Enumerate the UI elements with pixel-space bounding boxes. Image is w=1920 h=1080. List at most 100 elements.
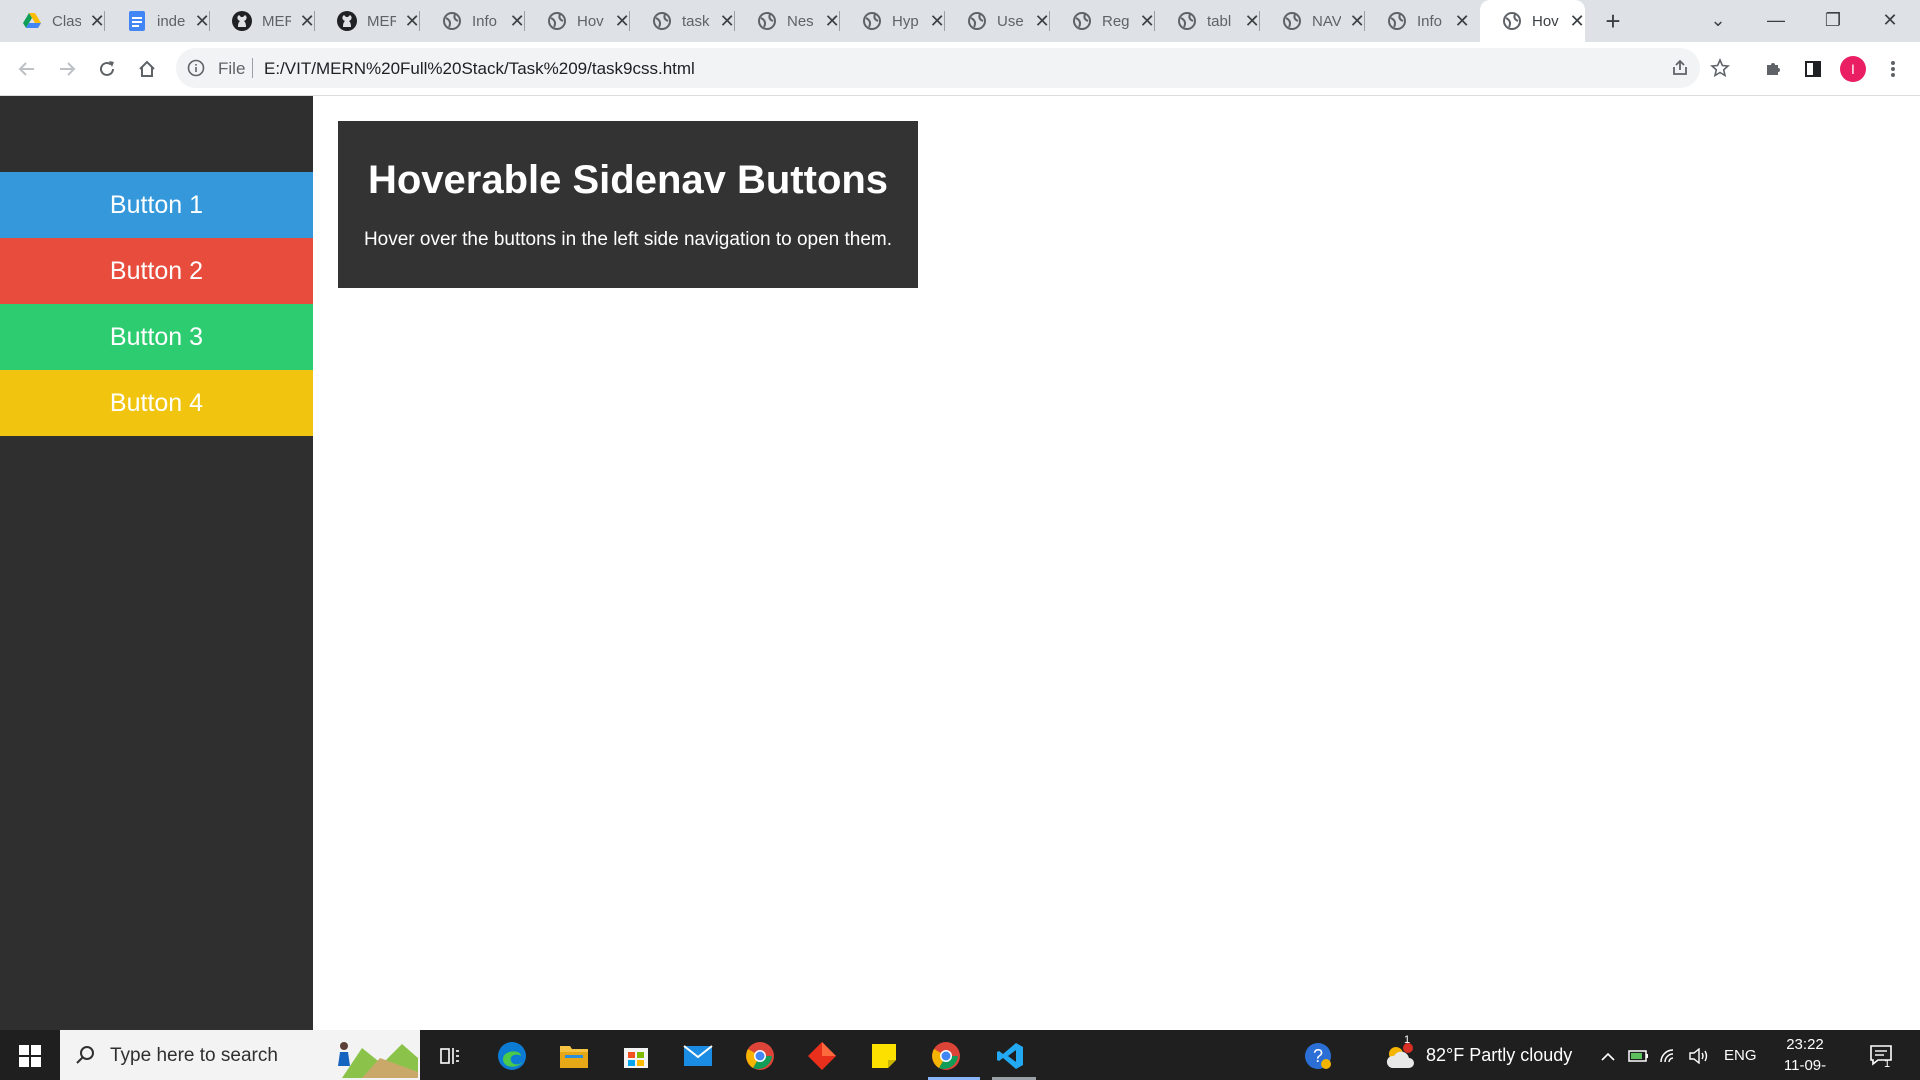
back-icon[interactable]: [14, 56, 40, 82]
close-tab-icon[interactable]: ✕: [719, 12, 735, 30]
sidenav-button-1[interactable]: Button 1: [0, 172, 313, 238]
edge-browser-icon[interactable]: [496, 1040, 528, 1072]
close-tab-icon[interactable]: ✕: [1244, 12, 1260, 30]
close-tab-icon[interactable]: ✕: [1569, 12, 1585, 30]
close-tab-icon[interactable]: ✕: [1454, 12, 1470, 30]
chrome-icon[interactable]: [744, 1040, 776, 1072]
bookmark-star-icon[interactable]: [1710, 57, 1730, 78]
browser-tab[interactable]: NAV ✕: [1260, 0, 1365, 42]
tab-search-icon[interactable]: ⌄: [1690, 0, 1746, 42]
browser-tab[interactable]: Hov ✕: [525, 0, 630, 42]
search-icon: [74, 1044, 96, 1071]
close-tab-icon[interactable]: ✕: [1139, 12, 1155, 30]
close-window-button[interactable]: ✕: [1862, 0, 1918, 42]
mail-icon[interactable]: [682, 1040, 714, 1072]
weather-cloud-icon[interactable]: [1384, 1040, 1416, 1072]
vscode-icon[interactable]: [994, 1040, 1026, 1072]
page-title: Hoverable Sidenav Buttons: [367, 158, 889, 202]
weather-text[interactable]: 82°F Partly cloudy: [1426, 1045, 1572, 1066]
home-icon[interactable]: [134, 56, 160, 82]
chevron-up-icon[interactable]: [1596, 1040, 1620, 1072]
close-tab-icon[interactable]: ✕: [929, 12, 945, 30]
info-icon[interactable]: [186, 58, 206, 78]
browser-tab[interactable]: MER ✕: [315, 0, 420, 42]
search-placeholder: Type here to search: [110, 1045, 278, 1066]
page-header-box: Hoverable Sidenav Buttons Hover over the…: [338, 121, 918, 288]
browser-tab[interactable]: Info ✕: [420, 0, 525, 42]
globe-icon: [757, 11, 777, 31]
browser-tab[interactable]: Nes ✕: [735, 0, 840, 42]
notification-center-icon[interactable]: [1866, 1040, 1898, 1072]
extensions-puzzle-icon[interactable]: [1760, 56, 1786, 82]
weather-badge: 1: [1404, 1034, 1411, 1046]
globe-icon: [1282, 11, 1302, 31]
url-text[interactable]: E:/VIT/MERN%20Full%20Stack/Task%209/task…: [264, 59, 695, 79]
close-tab-icon[interactable]: ✕: [1349, 12, 1365, 30]
minimize-button[interactable]: —: [1748, 0, 1804, 42]
sticky-notes-icon[interactable]: [868, 1040, 900, 1072]
tab-title: Hov: [1532, 12, 1559, 30]
globe-icon: [1072, 11, 1092, 31]
tab-title: Nes: [787, 12, 814, 30]
browser-tab[interactable]: Hyp ✕: [840, 0, 945, 42]
google-drive-icon: [22, 11, 42, 31]
tab-title: MER: [262, 12, 292, 30]
tab-title: Clas: [52, 12, 82, 30]
tab-title: NAV: [1312, 12, 1342, 30]
clock-date: 11-09-2023: [1783, 1057, 1827, 1080]
globe-icon: [652, 11, 672, 31]
close-tab-icon[interactable]: ✕: [509, 12, 525, 30]
profile-avatar[interactable]: I: [1840, 56, 1866, 82]
browser-toolbar: File E:/VIT/MERN%20Full%20Stack/Task%209…: [0, 42, 1920, 96]
close-tab-icon[interactable]: ✕: [194, 12, 210, 30]
close-tab-icon[interactable]: ✕: [614, 12, 630, 30]
forward-icon[interactable]: [54, 56, 80, 82]
globe-icon: [967, 11, 987, 31]
task-view-icon[interactable]: [434, 1040, 466, 1072]
taskbar-search-box[interactable]: Type here to search: [60, 1030, 420, 1080]
volume-icon[interactable]: [1686, 1040, 1712, 1072]
address-divider: [252, 58, 253, 78]
reload-icon[interactable]: [94, 56, 120, 82]
browser-tab[interactable]: Use ✕: [945, 0, 1050, 42]
sidenav-button-4[interactable]: Button 4: [0, 370, 313, 436]
close-tab-icon[interactable]: ✕: [404, 12, 420, 30]
taskbar-clock[interactable]: 23:22 11-09-2023: [1768, 1034, 1842, 1080]
browser-tab[interactable]: tabl ✕: [1155, 0, 1260, 42]
kebab-menu-icon[interactable]: [1880, 56, 1906, 82]
close-tab-icon[interactable]: ✕: [299, 12, 315, 30]
side-panel-icon[interactable]: [1800, 56, 1826, 82]
browser-tab[interactable]: MER ✕: [210, 0, 315, 42]
language-indicator[interactable]: ENG: [1724, 1047, 1757, 1064]
help-icon[interactable]: ?: [1302, 1040, 1334, 1072]
share-icon[interactable]: [1670, 58, 1690, 78]
file-explorer-icon[interactable]: [558, 1040, 590, 1072]
globe-icon: [547, 11, 567, 31]
browser-tab[interactable]: Clas ✕: [0, 0, 105, 42]
close-tab-icon[interactable]: ✕: [89, 12, 105, 30]
browser-tab[interactable]: task ✕: [630, 0, 735, 42]
google-docs-icon: [127, 11, 147, 31]
sidenav-button-3[interactable]: Button 3: [0, 304, 313, 370]
battery-icon[interactable]: [1626, 1040, 1652, 1072]
browser-tab[interactable]: inde ✕: [105, 0, 210, 42]
browser-tab[interactable]: Reg ✕: [1050, 0, 1155, 42]
new-tab-button[interactable]: +: [1598, 6, 1628, 36]
app-diamond-icon[interactable]: [806, 1040, 838, 1072]
close-tab-icon[interactable]: ✕: [824, 12, 840, 30]
close-tab-icon[interactable]: ✕: [1034, 12, 1050, 30]
microsoft-store-icon[interactable]: [620, 1040, 652, 1072]
windows-start-icon[interactable]: [14, 1040, 46, 1072]
github-icon: [232, 11, 252, 31]
address-bar[interactable]: File E:/VIT/MERN%20Full%20Stack/Task%209…: [176, 48, 1730, 88]
tab-title: Hov: [577, 12, 604, 30]
page-viewport: Button 1 Button 2 Button 3 Button 4 Hove…: [0, 96, 1920, 1030]
chrome-icon-active[interactable]: [930, 1040, 962, 1072]
browser-tab-active[interactable]: Hov ✕: [1480, 0, 1585, 42]
wifi-icon[interactable]: [1656, 1040, 1682, 1072]
sidenav-button-2[interactable]: Button 2: [0, 238, 313, 304]
globe-icon: [1177, 11, 1197, 31]
browser-tab[interactable]: Info ✕: [1365, 0, 1470, 42]
restore-button[interactable]: ❐: [1805, 0, 1861, 42]
tab-title: tabl: [1207, 12, 1232, 30]
